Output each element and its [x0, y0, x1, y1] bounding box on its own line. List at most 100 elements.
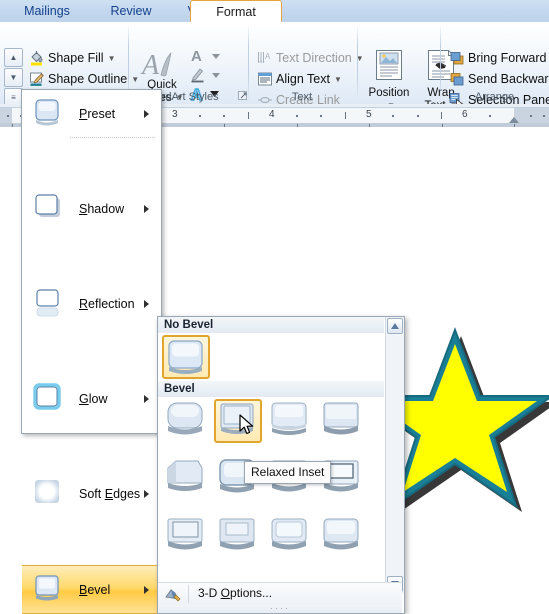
preset-bevel-icon — [35, 99, 59, 126]
no-bevel-swatch[interactable] — [162, 335, 210, 379]
bevel-divot[interactable] — [162, 515, 210, 559]
send-backward-icon — [449, 71, 465, 87]
bevel-circle-icon — [167, 402, 203, 435]
gallery-scrollbar[interactable] — [385, 317, 404, 594]
footer-divider — [188, 585, 189, 603]
send-backward-button[interactable]: Send Backward▼ — [446, 69, 549, 89]
bevel-cool-slant[interactable] — [318, 399, 366, 443]
text-outline-button[interactable] — [190, 66, 224, 83]
menu-item-shadow[interactable]: Shadow — [22, 185, 161, 232]
shape-size-spinners: ▲ ▼ ≡ — [4, 48, 23, 107]
pencil-outline-icon — [29, 71, 45, 87]
wordart-a-icon: A — [140, 50, 172, 80]
chevron-down-icon[interactable]: ▼ — [108, 49, 116, 69]
three-d-options-icon — [165, 589, 181, 602]
menu-item-bevel[interactable]: Bevel — [22, 565, 161, 614]
word-application-window: Mailings Review View Format ▲ ▼ ≡ Shape … — [0, 0, 549, 614]
text-fill-button[interactable]: A — [190, 47, 224, 65]
bring-forward-icon — [449, 50, 465, 66]
tab-review[interactable]: Review — [96, 0, 166, 22]
bevel-cool-slant-icon — [323, 402, 359, 435]
ruler-number: 5 — [366, 109, 372, 120]
shape-effects-menu[interactable]: Preset Shadow Reflection Glow Soft Edges… — [21, 89, 162, 614]
scroll-up-button[interactable] — [387, 318, 403, 334]
menu-item-preset[interactable]: Preset — [22, 90, 161, 137]
group-divider — [248, 24, 249, 100]
bevel-hard-edge-icon — [271, 518, 307, 550]
tab-format[interactable]: Format — [190, 0, 282, 22]
shape-fill-label: Shape Fill — [48, 51, 104, 65]
align-text-button[interactable]: Align Text ▼ — [254, 69, 342, 89]
soft-edges-icon — [35, 480, 59, 503]
menu-item-glow-label: Glow — [79, 391, 108, 406]
text-direction-icon: A — [257, 50, 273, 66]
menu-item-reflection[interactable]: Reflection — [22, 280, 161, 327]
arrange-group-label: Arrange — [474, 91, 515, 103]
text-outline-icon — [191, 68, 220, 83]
svg-text:A: A — [140, 50, 160, 80]
bevel-circle[interactable] — [162, 399, 210, 443]
menu-item-soft-edges-label: Soft Edges — [79, 486, 141, 501]
bevel-angle[interactable] — [162, 457, 210, 501]
align-text-label: Align Text — [276, 72, 330, 86]
bevel-icon — [35, 575, 59, 601]
bevel-divot-icon — [167, 518, 203, 550]
shape-outline-button[interactable]: Shape Outline ▼ — [26, 69, 139, 89]
menu-item-shadow-label: Shadow — [79, 201, 125, 216]
send-backward-label: Send Backward — [468, 72, 549, 86]
three-d-options-row[interactable]: 3-D Options... — [158, 582, 402, 605]
submenu-arrow-icon — [144, 585, 149, 594]
submenu-arrow-icon — [144, 489, 149, 498]
spinner-up-button[interactable]: ▲ — [4, 48, 23, 67]
ruler-number: 4 — [269, 109, 275, 120]
tab-mailings[interactable]: Mailings — [8, 0, 86, 22]
bevel-art-deco-icon — [323, 518, 359, 550]
tooltip: Relaxed Inset — [244, 461, 332, 484]
svg-text:A: A — [191, 48, 202, 64]
submenu-arrow-icon — [144, 109, 149, 118]
menu-item-soft-edges[interactable]: Soft Edges — [22, 470, 161, 517]
bring-forward-button[interactable]: Bring Forward▼ — [446, 48, 549, 68]
no-bevel-preview-icon — [168, 340, 203, 374]
mouse-cursor-icon — [239, 414, 254, 435]
ruler-left-margin — [0, 108, 12, 123]
position-button[interactable]: Position ▼ — [363, 49, 415, 112]
group-divider — [440, 24, 441, 100]
align-text-icon — [257, 71, 273, 87]
menu-divider — [70, 137, 155, 138]
position-icon — [376, 50, 402, 80]
bevel-riblet[interactable] — [214, 515, 262, 559]
gallery-resize-grip[interactable]: ···· — [158, 604, 402, 613]
group-divider — [357, 24, 358, 100]
spinner-down-button[interactable]: ▼ — [4, 68, 23, 87]
bevel-angle-icon — [167, 460, 203, 491]
submenu-arrow-icon — [144, 394, 149, 403]
bring-forward-label: Bring Forward — [468, 51, 547, 65]
chevron-down-icon[interactable]: ▼ — [334, 70, 342, 90]
shadow-icon — [35, 194, 60, 217]
ruler-number: 6 — [462, 109, 468, 120]
bevel-riblet-icon — [219, 518, 255, 550]
text-group-label: Text — [291, 91, 313, 103]
caret-up-icon — [391, 323, 399, 329]
ribbon-tab-bar: Mailings Review View Format — [0, 0, 549, 23]
menu-item-preset-label: Preset — [79, 106, 116, 121]
menu-item-reflection-label: Reflection — [79, 296, 135, 311]
bevel-cross-icon — [271, 402, 307, 435]
gallery-section-no-bevel-header: No Bevel — [158, 317, 384, 333]
glow-icon — [33, 383, 61, 410]
shape-fill-button[interactable]: Shape Fill ▼ — [26, 48, 116, 68]
text-fill-icon: A — [191, 48, 220, 65]
paint-bucket-icon — [29, 50, 45, 66]
bevel-hard-edge[interactable] — [266, 515, 314, 559]
bevel-cross[interactable] — [266, 399, 314, 443]
shape-outline-label: Shape Outline — [48, 72, 128, 86]
gallery-section-bevel-header: Bevel — [158, 381, 384, 397]
text-direction-button[interactable]: A Text Direction ▼ — [254, 48, 364, 68]
submenu-arrow-icon — [144, 299, 149, 308]
submenu-arrow-icon — [144, 204, 149, 213]
ruler-number: 3 — [172, 109, 178, 120]
bevel-art-deco[interactable] — [318, 515, 366, 559]
menu-item-glow[interactable]: Glow — [22, 375, 161, 422]
position-label: Position — [368, 87, 410, 99]
